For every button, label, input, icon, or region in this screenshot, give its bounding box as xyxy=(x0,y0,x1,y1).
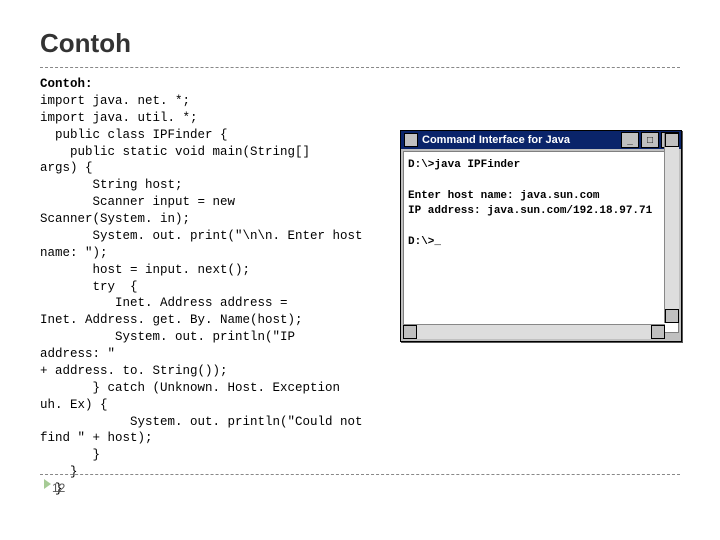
minimize-button[interactable]: _ xyxy=(621,132,639,148)
scroll-down-icon[interactable] xyxy=(665,309,679,323)
code-line: find " + host); xyxy=(40,431,153,445)
window-title: Command Interface for Java xyxy=(422,134,621,146)
code-line: public class IPFinder { xyxy=(40,128,228,142)
code-line: } catch (Unknown. Host. Exception xyxy=(40,381,340,395)
code-line: try { xyxy=(40,280,138,294)
console-prompt: D:\>_ xyxy=(408,236,441,248)
code-line: public static void main(String[] xyxy=(40,145,310,159)
page-number: 12 xyxy=(40,481,680,495)
code-line: String host; xyxy=(40,178,183,192)
code-line: import java. util. *; xyxy=(40,111,198,125)
console-line: D:\>java IPFinder xyxy=(408,159,520,171)
code-line: host = input. next(); xyxy=(40,263,250,277)
code-line: Inet. Address. get. By. Name(host); xyxy=(40,313,303,327)
code-line: uh. Ex) { xyxy=(40,398,108,412)
code-line: import java. net. *; xyxy=(40,94,190,108)
scrollbar-horizontal[interactable] xyxy=(403,324,665,339)
code-block: Contoh: import java. net. *; import java… xyxy=(40,76,380,498)
code-line: address: " xyxy=(40,347,115,361)
divider-top xyxy=(40,67,680,68)
code-line: name: "); xyxy=(40,246,108,260)
command-window: Command Interface for Java _ □ × D:\>jav… xyxy=(400,130,682,342)
maximize-button[interactable]: □ xyxy=(641,132,659,148)
code-line: Scanner(System. in); xyxy=(40,212,190,226)
code-line: System. out. println("IP xyxy=(40,330,295,344)
code-line: } xyxy=(40,465,78,479)
code-line: Inet. Address address = xyxy=(40,296,288,310)
code-line: System. out. println("Could not xyxy=(40,415,363,429)
console-line: Enter host name: java.sun.com xyxy=(408,190,599,202)
page-title: Contoh xyxy=(40,28,680,59)
console-output: D:\>java IPFinder Enter host name: java.… xyxy=(403,151,679,333)
scroll-up-icon[interactable] xyxy=(665,133,679,147)
window-titlebar[interactable]: Command Interface for Java _ □ × xyxy=(401,131,681,149)
console-line: IP address: java.sun.com/192.18.97.71 xyxy=(408,205,652,217)
code-line: args) { xyxy=(40,161,93,175)
divider-bottom xyxy=(40,474,680,475)
code-line: System. out. print("\n\n. Enter host xyxy=(40,229,363,243)
code-line: } xyxy=(40,448,100,462)
code-line: Scanner input = new xyxy=(40,195,235,209)
scrollbar-vertical[interactable] xyxy=(664,133,679,323)
scroll-left-icon[interactable] xyxy=(403,325,417,339)
code-line: + address. to. String()); xyxy=(40,364,228,378)
scroll-right-icon[interactable] xyxy=(651,325,665,339)
code-label: Contoh: xyxy=(40,77,93,91)
window-app-icon xyxy=(404,133,418,147)
